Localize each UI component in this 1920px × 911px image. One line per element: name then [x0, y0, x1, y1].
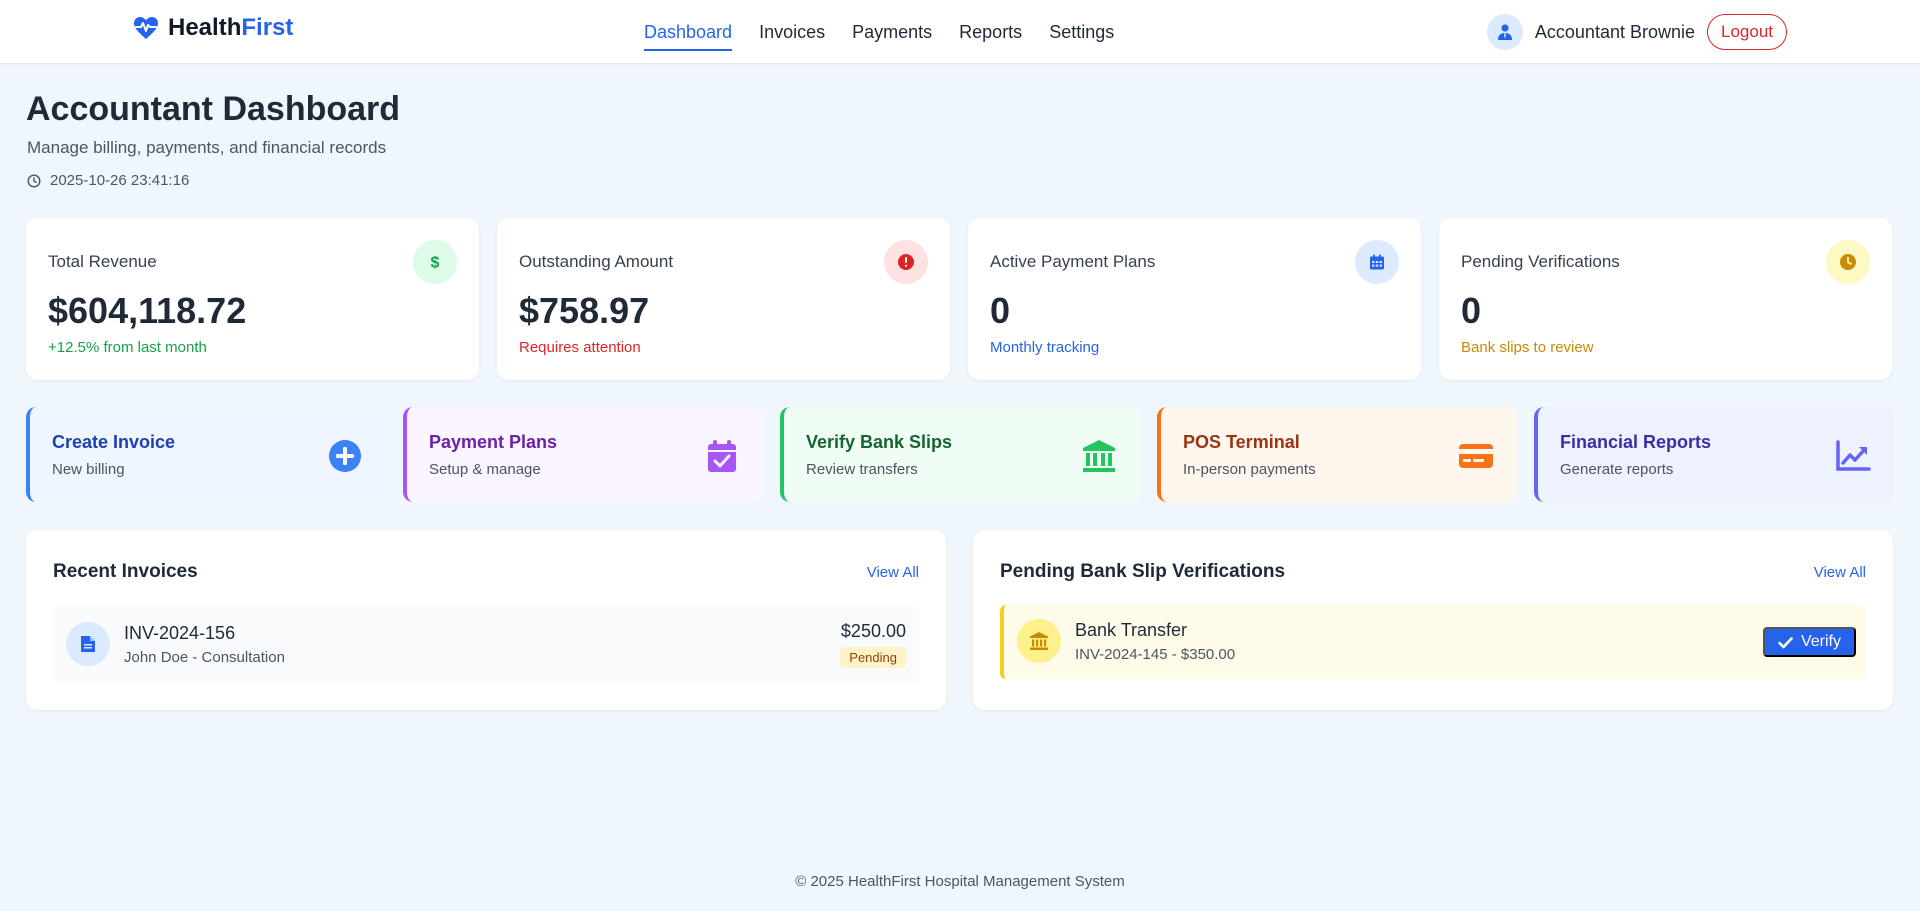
calendar-icon — [1355, 240, 1399, 284]
chart-line-icon — [1834, 437, 1872, 475]
user-name: Accountant Brownie — [1534, 21, 1695, 42]
bank-slip-row: Bank Transfer INV-2024-145 - $350.00 Ver… — [1000, 605, 1866, 679]
user-menu: Accountant Brownie Logout — [1486, 14, 1787, 50]
footer: © 2025 HealthFirst Hospital Management S… — [795, 873, 1125, 890]
clock-icon — [27, 173, 41, 188]
status-badge: Pending — [840, 647, 906, 668]
stat-value: $758.97 — [519, 290, 650, 331]
action-subtitle: Review transfers — [806, 461, 918, 478]
verify-button[interactable]: Verify — [1762, 627, 1856, 657]
recent-invoices-panel: Recent Invoices View All INV-2024-156 Jo… — [26, 530, 946, 710]
file-invoice-icon — [66, 622, 110, 666]
stat-note: Bank slips to review — [1461, 339, 1594, 356]
invoice-row[interactable]: INV-2024-156 John Doe - Consultation $25… — [53, 605, 919, 684]
stat-note: Requires attention — [519, 339, 641, 356]
create-invoice-card[interactable]: Create Invoice New billing — [26, 407, 386, 502]
bank-slips-panel: Pending Bank Slip Verifications View All… — [973, 530, 1893, 710]
verify-bank-slips-card[interactable]: Verify Bank Slips Review transfers — [780, 407, 1140, 502]
main-nav: Dashboard Invoices Payments Reports Sett… — [644, 0, 1114, 64]
financial-reports-card[interactable]: Financial Reports Generate reports — [1534, 407, 1894, 502]
top-navbar: HealthFirst Dashboard Invoices Payments … — [0, 0, 1920, 64]
logout-button[interactable]: Logout — [1707, 14, 1787, 50]
bank-slip-description: INV-2024-145 - $350.00 — [1075, 646, 1236, 663]
heartbeat-icon — [134, 17, 158, 39]
stat-label: Total Revenue — [48, 252, 157, 271]
avatar[interactable] — [1486, 14, 1523, 50]
nav-invoices[interactable]: Invoices — [759, 0, 825, 64]
user-tie-icon — [1497, 24, 1512, 40]
nav-reports[interactable]: Reports — [959, 0, 1022, 64]
credit-card-icon — [1457, 437, 1495, 475]
action-subtitle: Generate reports — [1560, 461, 1674, 478]
check-icon — [1778, 636, 1793, 648]
page-subtitle: Manage billing, payments, and financial … — [27, 138, 387, 157]
stat-note: Monthly tracking — [990, 339, 1100, 356]
stat-card-outstanding-amount: Outstanding Amount $758.97 Requires atte… — [497, 218, 950, 380]
invoice-amount: $250.00 — [840, 621, 906, 641]
stat-value: 0 — [990, 290, 1011, 331]
brand-logo[interactable]: HealthFirst — [132, 14, 293, 42]
plus-circle-icon — [326, 437, 364, 475]
action-title: Verify Bank Slips — [806, 432, 953, 452]
bank-icon — [1017, 619, 1061, 663]
clock-icon — [1826, 240, 1870, 284]
brand-name: HealthFirst — [168, 14, 294, 41]
alert-icon — [884, 240, 928, 284]
nav-dashboard[interactable]: Dashboard — [644, 0, 733, 64]
verify-label: Verify — [1800, 633, 1841, 650]
action-title: Payment Plans — [429, 432, 558, 452]
stat-value: $604,118.72 — [48, 290, 247, 331]
nav-settings[interactable]: Settings — [1049, 0, 1114, 64]
action-subtitle: New billing — [52, 461, 125, 478]
stat-label: Pending Verifications — [1461, 252, 1620, 271]
action-title: Financial Reports — [1560, 432, 1712, 452]
timestamp-text: 2025-10-26 23:41:16 — [50, 172, 190, 189]
stat-card-total-revenue: Total Revenue $604,118.72 +12.5% from la… — [26, 218, 479, 380]
stat-card-active-payment-plans: Active Payment Plans 0 Monthly tracking — [968, 218, 1421, 380]
stat-card-pending-verifications: Pending Verifications 0 Bank slips to re… — [1439, 218, 1892, 380]
bank-icon — [1080, 437, 1118, 475]
page-title: Accountant Dashboard — [26, 90, 401, 128]
panel-title: Recent Invoices — [53, 561, 198, 582]
action-subtitle: Setup & manage — [429, 461, 541, 478]
dollar-icon: $ — [413, 240, 457, 284]
svg-text:$: $ — [431, 255, 440, 272]
stat-label: Active Payment Plans — [990, 252, 1156, 271]
action-subtitle: In-person payments — [1183, 461, 1316, 478]
pos-terminal-card[interactable]: POS Terminal In-person payments — [1157, 407, 1517, 502]
action-title: Create Invoice — [52, 432, 176, 452]
stat-note: +12.5% from last month — [48, 339, 207, 356]
invoice-id: INV-2024-156 — [124, 623, 236, 643]
payment-plans-card[interactable]: Payment Plans Setup & manage — [403, 407, 763, 502]
stat-label: Outstanding Amount — [519, 252, 674, 271]
nav-payments[interactable]: Payments — [852, 0, 932, 64]
action-title: POS Terminal — [1183, 432, 1300, 452]
invoice-description: John Doe - Consultation — [124, 649, 285, 666]
view-all-bank-slips-link[interactable]: View All — [1814, 564, 1866, 581]
panel-title: Pending Bank Slip Verifications — [1000, 561, 1286, 582]
calendar-check-icon — [703, 437, 741, 475]
timestamp: 2025-10-26 23:41:16 — [27, 172, 189, 189]
view-all-invoices-link[interactable]: View All — [867, 564, 919, 581]
stat-value: 0 — [1461, 290, 1482, 331]
bank-slip-title: Bank Transfer — [1075, 620, 1188, 640]
